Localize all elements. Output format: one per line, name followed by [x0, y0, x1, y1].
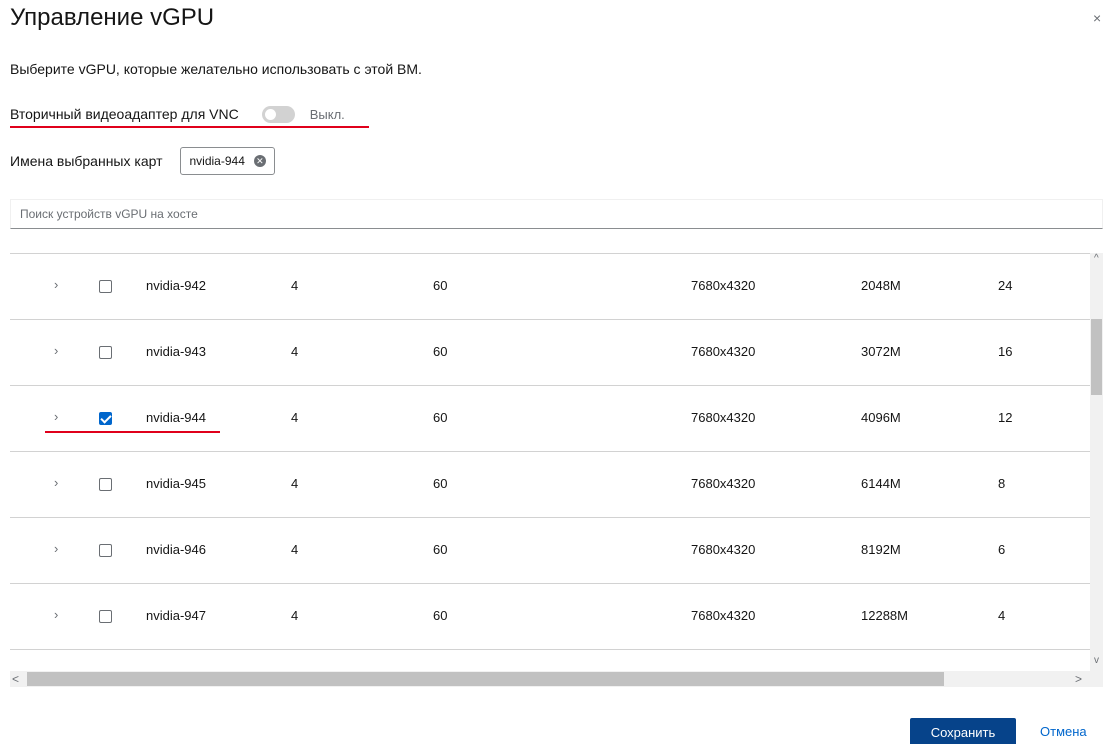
- cell-col-b: 60: [433, 542, 448, 557]
- row-checkbox[interactable]: [99, 346, 112, 359]
- cell-col-a: 4: [291, 344, 299, 359]
- cell-max: 12: [998, 410, 1013, 425]
- vertical-scrollbar[interactable]: [1090, 253, 1103, 671]
- cell-name: nvidia-946: [146, 542, 206, 557]
- row-checkbox[interactable]: [99, 412, 112, 425]
- vnc-setting: Вторичный видеоадаптер для VNC Выкл.: [10, 102, 345, 126]
- chevron-right-icon[interactable]: ›: [54, 607, 58, 622]
- selected-cards-row: Имена выбранных карт nvidia-944 ✕: [10, 146, 275, 176]
- table-row[interactable]: › nvidia-945 4 60 7680x4320 6144M 8: [10, 452, 1090, 518]
- cell-name: nvidia-942: [146, 278, 206, 293]
- dialog-description: Выберите vGPU, которые желательно исполь…: [10, 61, 422, 77]
- cell-col-a: 4: [291, 410, 299, 425]
- cell-col-b: 60: [433, 410, 448, 425]
- save-button[interactable]: Сохранить: [910, 718, 1016, 744]
- cell-memory: 6144M: [861, 476, 901, 491]
- cell-col-b: 60: [433, 476, 448, 491]
- cell-col-b: 60: [433, 344, 448, 359]
- row-checkbox[interactable]: [99, 544, 112, 557]
- vnc-toggle-state: Выкл.: [309, 106, 345, 122]
- table-row[interactable]: › nvidia-946 4 60 7680x4320 8192M 6: [10, 518, 1090, 584]
- row-checkbox[interactable]: [99, 478, 112, 491]
- table-row[interactable]: › nvidia-944 4 60 7680x4320 4096M 12: [10, 386, 1090, 452]
- scroll-up-icon[interactable]: ^: [1094, 253, 1099, 264]
- close-icon[interactable]: ×: [1093, 10, 1101, 26]
- cell-resolution: 7680x4320: [691, 608, 756, 623]
- vertical-scroll-thumb[interactable]: [1091, 319, 1102, 395]
- chevron-right-icon[interactable]: ›: [54, 475, 58, 490]
- cell-col-a: 4: [291, 278, 299, 293]
- cell-memory: 12288M: [861, 608, 908, 623]
- cell-name: nvidia-945: [146, 476, 206, 491]
- cell-col-a: 4: [291, 608, 299, 623]
- table-row[interactable]: › nvidia-942 4 60 7680x4320 2048M 24: [10, 254, 1090, 320]
- chevron-right-icon[interactable]: ›: [54, 277, 58, 292]
- table-row[interactable]: › nvidia-943 4 60 7680x4320 3072M 16: [10, 320, 1090, 386]
- row-checkbox[interactable]: [99, 610, 112, 623]
- cell-resolution: 7680x4320: [691, 476, 756, 491]
- selected-card-chip: nvidia-944 ✕: [179, 147, 275, 175]
- cell-col-b: 60: [433, 278, 448, 293]
- selected-cards-label: Имена выбранных карт: [10, 153, 163, 169]
- cancel-button[interactable]: Отмена: [1040, 724, 1087, 739]
- dialog-title: Управление vGPU: [10, 4, 215, 31]
- horizontal-scroll-thumb[interactable]: [27, 672, 944, 686]
- vgpu-search-input[interactable]: [10, 199, 1103, 229]
- cell-memory: 8192M: [861, 542, 901, 557]
- cell-memory: 3072M: [861, 344, 901, 359]
- cell-col-b: 60: [433, 608, 448, 623]
- cell-col-a: 4: [291, 542, 299, 557]
- row-checkbox[interactable]: [99, 280, 112, 293]
- cell-max: 4: [998, 608, 1006, 623]
- chevron-right-icon[interactable]: ›: [54, 409, 58, 424]
- toggle-knob: [264, 108, 276, 120]
- cell-max: 16: [998, 344, 1013, 359]
- cell-memory: 2048M: [861, 278, 901, 293]
- table-row[interactable]: › nvidia-947 4 60 7680x4320 12288M 4: [10, 584, 1090, 650]
- cell-resolution: 7680x4320: [691, 542, 756, 557]
- cell-name: nvidia-943: [146, 344, 206, 359]
- vnc-toggle[interactable]: [261, 105, 295, 123]
- cell-resolution: 7680x4320: [691, 278, 756, 293]
- scroll-left-icon[interactable]: <: [12, 672, 19, 686]
- vnc-label: Вторичный видеоадаптер для VNC: [10, 106, 239, 122]
- cell-max: 6: [998, 542, 1006, 557]
- cell-name: nvidia-944: [146, 410, 206, 425]
- scroll-down-icon[interactable]: v: [1094, 655, 1099, 666]
- vnc-highlight-underline: [10, 126, 369, 128]
- cell-resolution: 7680x4320: [691, 344, 756, 359]
- horizontal-scrollbar[interactable]: [10, 671, 1103, 687]
- vgpu-table: › nvidia-942 4 60 7680x4320 2048M 24 › nvidia-94…: [10, 253, 1103, 689]
- cell-name: nvidia-947: [146, 608, 206, 623]
- cell-memory: 4096M: [861, 410, 901, 425]
- chip-label: nvidia-944: [189, 154, 245, 168]
- cell-resolution: 7680x4320: [691, 410, 756, 425]
- chevron-right-icon[interactable]: ›: [54, 343, 58, 358]
- scroll-right-icon[interactable]: >: [1075, 672, 1082, 686]
- x-circle-icon[interactable]: ✕: [253, 155, 266, 167]
- cell-max: 24: [998, 278, 1013, 293]
- chevron-right-icon[interactable]: ›: [54, 541, 58, 556]
- selected-row-highlight-underline: [45, 431, 220, 433]
- cell-max: 8: [998, 476, 1006, 491]
- cell-col-a: 4: [291, 476, 299, 491]
